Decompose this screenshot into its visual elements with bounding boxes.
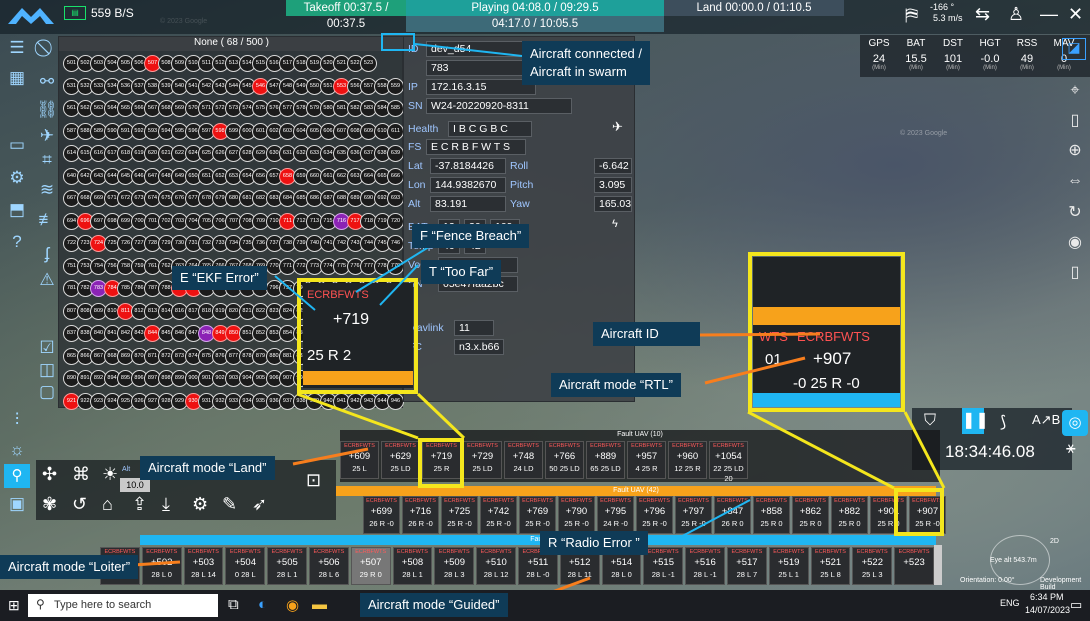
callout-land: Aircraft mode “Land” [140,456,275,480]
bline-3 [379,264,419,306]
callout-lines [132,43,946,603]
callout-aircraft-id: Aircraft ID [593,322,700,346]
notification-icon[interactable]: ▭ [1070,597,1082,613]
chrome-icon[interactable]: ◉ [286,596,299,614]
callout-rtl: Aircraft mode “RTL” [551,373,681,397]
search-icon: ⚲ [36,597,45,611]
explorer-icon[interactable]: ▬ [312,596,327,613]
oline-4 [132,560,181,567]
callout-connected: Aircraft connected / Aircraft in swarm [522,41,650,85]
callout-toofar: T “Too Far” [421,260,502,284]
oline-3 [292,447,369,466]
taskbar-time: 6:34 PM [1030,592,1064,602]
yline-2 [416,392,466,440]
taskbar-date: 14/07/2023 [1025,605,1071,615]
edge-icon[interactable]: ◐ [258,596,267,613]
callout-fence: F “Fence Breach” [412,224,530,248]
callout-loiter: Aircraft mode “Loiter” [0,555,139,579]
yline-4 [903,411,946,489]
oline-1 [699,332,821,337]
bline-1 [414,43,523,57]
windows-start-icon[interactable]: ⊞ [8,597,20,614]
bline-4 [274,275,316,311]
callout-ekf: E “EKF Error” [172,266,267,290]
language-indicator: ENG [1000,598,1020,608]
taskbar: ⊞ Type here to search ⚲ ⧉ ◐ ◉ ▬ ENG 6:34… [0,590,1090,621]
callout-radio: R “Radio Error ” [540,531,648,555]
yline-1 [296,392,419,440]
callout-guided: Aircraft mode “Guided” [360,593,508,617]
yline-3 [747,410,895,490]
oline-2 [704,356,806,385]
task-view-icon[interactable]: ⧉ [228,596,239,613]
search-input[interactable]: Type here to search [28,594,218,617]
bline-5 [674,499,751,541]
